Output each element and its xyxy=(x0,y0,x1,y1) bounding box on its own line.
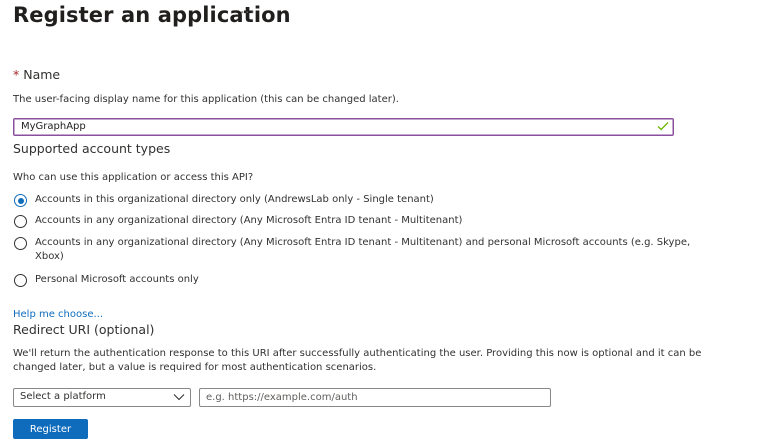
radio-button[interactable] xyxy=(14,237,27,250)
radio-label-line2: Xbox) xyxy=(35,251,64,262)
name-label-text: Name xyxy=(23,67,61,82)
radio-label: Accounts in any organizational directory… xyxy=(35,215,463,226)
register-button[interactable]: Register xyxy=(13,419,88,439)
more-options-icon[interactable]: ··· xyxy=(240,6,255,21)
redirect-description-line1: We'll return the authentication response… xyxy=(13,348,702,359)
radio-label: Accounts in this organizational director… xyxy=(35,194,434,205)
radio-option-single-tenant[interactable]: Accounts in this organizational director… xyxy=(14,193,434,207)
checkmark-icon xyxy=(657,122,669,131)
name-input-value[interactable]: MyGraphApp xyxy=(21,121,86,132)
redirect-description-line2: changed later, but a value is required f… xyxy=(13,362,377,373)
radio-button[interactable] xyxy=(14,274,27,287)
chevron-down-icon xyxy=(173,394,185,401)
radio-button-checked[interactable] xyxy=(14,194,27,207)
help-me-choose-link[interactable]: Help me choose... xyxy=(13,309,103,320)
radio-button[interactable] xyxy=(14,215,27,228)
radio-label: Accounts in any organizational directory… xyxy=(35,236,690,264)
name-field-label: * Name xyxy=(13,67,60,82)
account-types-question: Who can use this application or access t… xyxy=(13,172,254,183)
platform-select[interactable]: Select a platform xyxy=(13,388,191,407)
redirect-uri-input[interactable] xyxy=(199,388,551,407)
radio-option-personal-only[interactable]: Personal Microsoft accounts only xyxy=(14,273,199,287)
name-input[interactable]: MyGraphApp xyxy=(13,118,674,136)
radio-option-multitenant[interactable]: Accounts in any organizational directory… xyxy=(14,214,462,228)
radio-label-line1: Accounts in any organizational directory… xyxy=(35,237,691,248)
radio-option-multitenant-personal[interactable]: Accounts in any organizational directory… xyxy=(14,236,690,264)
redirect-uri-heading: Redirect URI (optional) xyxy=(13,322,155,337)
platform-select-value: Select a platform xyxy=(20,391,106,402)
name-description: The user-facing display name for this ap… xyxy=(13,94,399,105)
account-types-heading: Supported account types xyxy=(13,141,171,156)
radio-label: Personal Microsoft accounts only xyxy=(35,274,199,285)
required-asterisk: * xyxy=(13,67,20,82)
